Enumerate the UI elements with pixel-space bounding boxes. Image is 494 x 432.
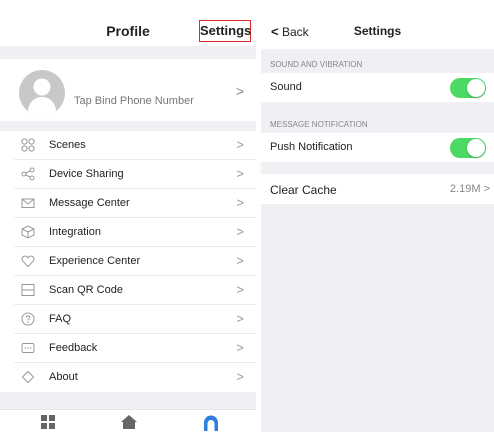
question-icon: [21, 312, 35, 326]
push-notification-row: Push Notification: [261, 133, 494, 162]
settings-nav-bar: < Back Settings: [261, 0, 494, 49]
menu-item-scenes[interactable]: Scenes >: [0, 131, 256, 160]
chevron-right-icon: >: [236, 282, 244, 297]
scenes-icon: [21, 138, 35, 152]
profile-tab-icon[interactable]: [202, 414, 222, 431]
settings-button[interactable]: Settings: [199, 20, 251, 42]
menu-item-about[interactable]: About >: [0, 363, 256, 392]
cache-size-value: 2.19M >: [449, 183, 490, 195]
heart-icon: [21, 255, 35, 268]
menu-item-faq[interactable]: FAQ >: [0, 305, 256, 334]
settings-screen: < Back Settings SOUND AND VIBRATION Soun…: [261, 0, 494, 432]
divider-band: [0, 46, 256, 59]
profile-header-row[interactable]: Tap Bind Phone Number >: [0, 59, 256, 121]
bind-phone-prompt: Tap Bind Phone Number: [74, 95, 194, 107]
home-tab-icon[interactable]: [120, 414, 140, 430]
menu-item-integration[interactable]: Integration >: [0, 218, 256, 247]
chevron-right-icon: >: [483, 183, 490, 195]
menu-item-label: Message Center: [49, 197, 130, 209]
menu-item-label: Experience Center: [49, 255, 141, 267]
share-icon: [21, 167, 35, 181]
grid-tab-icon[interactable]: [40, 414, 60, 430]
chat-icon: [21, 343, 35, 353]
diamond-icon: [21, 370, 35, 384]
sound-label: Sound: [270, 81, 302, 93]
chevron-right-icon: >: [236, 253, 244, 268]
chevron-right-icon: >: [236, 311, 244, 326]
menu-item-label: Integration: [49, 226, 101, 238]
divider-band: [0, 121, 256, 131]
toggle-knob: [467, 139, 485, 157]
menu-item-feedback[interactable]: Feedback >: [0, 334, 256, 363]
bottom-tab-bar: [0, 409, 256, 432]
section-header-sound: SOUND AND VIBRATION: [270, 60, 363, 69]
clear-cache-label: Clear Cache: [270, 183, 337, 197]
section-header-notification: MESSAGE NOTIFICATION: [270, 120, 368, 129]
settings-menu-list: Scenes > Device Sharing > Message Center…: [0, 131, 256, 392]
avatar: [19, 70, 65, 116]
menu-item-message-center[interactable]: Message Center >: [0, 189, 256, 218]
status-bar: [0, 0, 256, 18]
menu-item-label: About: [49, 371, 78, 383]
chevron-right-icon: >: [236, 166, 244, 181]
chevron-right-icon: >: [236, 195, 244, 210]
toggle-knob: [467, 79, 485, 97]
mail-icon: [21, 198, 35, 208]
chevron-right-icon: >: [236, 340, 244, 355]
clear-cache-row[interactable]: Clear Cache 2.19M >: [261, 174, 494, 204]
person-icon: [27, 78, 57, 116]
divider-band: [0, 392, 256, 409]
profile-nav-bar: Profile Settings: [0, 18, 256, 46]
profile-screen: Profile Settings Tap Bind Phone Number >…: [0, 0, 256, 432]
menu-item-label: Scenes: [49, 139, 86, 151]
chevron-right-icon: >: [236, 369, 244, 384]
chevron-right-icon: >: [236, 224, 244, 239]
cube-icon: [21, 225, 35, 239]
menu-item-device-sharing[interactable]: Device Sharing >: [0, 160, 256, 189]
menu-item-label: Scan QR Code: [49, 284, 123, 296]
menu-item-label: FAQ: [49, 313, 72, 325]
push-notification-label: Push Notification: [270, 141, 353, 153]
chevron-right-icon: >: [235, 83, 244, 99]
page-title: Settings: [353, 24, 402, 38]
push-notification-toggle[interactable]: [450, 138, 486, 158]
menu-item-experience-center[interactable]: Experience Center >: [0, 247, 256, 276]
sound-toggle[interactable]: [450, 78, 486, 98]
sound-row: Sound: [261, 73, 494, 102]
menu-item-label: Device Sharing: [49, 168, 124, 180]
menu-item-scan-qr-code[interactable]: Scan QR Code >: [0, 276, 256, 305]
chevron-right-icon: >: [236, 137, 244, 152]
menu-item-label: Feedback: [49, 342, 98, 354]
scan-icon: [21, 284, 35, 296]
